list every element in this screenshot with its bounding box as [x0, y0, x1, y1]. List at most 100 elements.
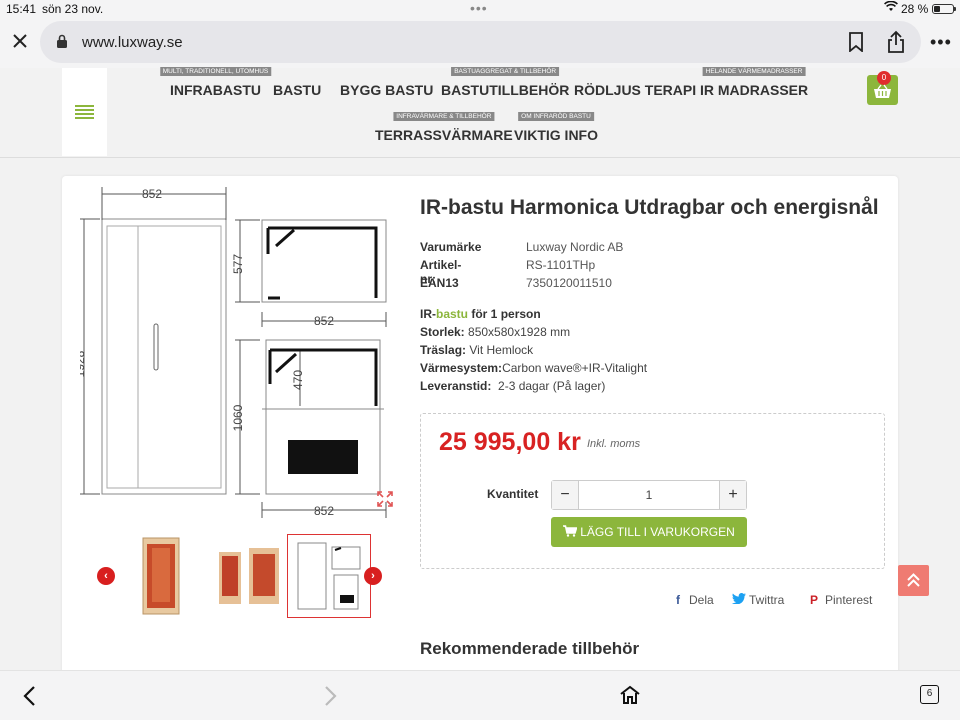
expand-icon[interactable]	[376, 490, 394, 508]
dim-depth: 577	[231, 254, 245, 274]
meta-value: 7350120011510	[526, 276, 612, 290]
dim-width-bottom: 852	[314, 504, 334, 518]
dim-height: 1928	[80, 350, 87, 377]
nav-label: IR MADRASSER	[700, 82, 809, 98]
bastu-link[interactable]: bastu	[436, 307, 468, 321]
nav-terrassvarmare[interactable]: INFRAVÄRMARE & TILLBEHÖR TERRASSVÄRMARE	[375, 112, 513, 143]
quantity-increase-button[interactable]: +	[719, 481, 746, 509]
nav-viktig-info[interactable]: OM INFRARÖD BASTU VIKTIG INFO	[514, 112, 598, 143]
scroll-to-top-button[interactable]	[898, 565, 929, 596]
quantity-input[interactable]: 1	[579, 481, 719, 509]
spec-value: Vit Hemlock	[466, 343, 534, 357]
spec-type: IR-bastu för 1 person	[420, 307, 647, 325]
nav-rodljus-terapi[interactable]: RÖDLJUS TERAPI	[574, 82, 696, 98]
browser-bottom-toolbar: 6	[0, 670, 960, 720]
share-label: Twittra	[749, 593, 785, 607]
share-twitter-link[interactable]: Twittra	[732, 593, 784, 607]
meta-key: EAN13	[420, 276, 459, 290]
quantity-label: Kvantitet	[487, 487, 539, 501]
product-specs: IR-bastu för 1 person Storlek: 850x580x1…	[420, 307, 647, 397]
share-label: Dela	[689, 593, 714, 607]
cart-icon	[563, 525, 578, 538]
meta-value: RS-1101THp	[526, 258, 596, 272]
double-chevron-up-icon	[907, 573, 920, 587]
cart-button[interactable]: 0	[867, 71, 898, 105]
share-facebook-link[interactable]: f Dela	[672, 593, 714, 607]
nav-label: RÖDLJUS TERAPI	[574, 82, 697, 98]
dim-width-top: 852	[142, 187, 162, 201]
pinterest-icon: P	[809, 593, 818, 607]
product-technical-drawing[interactable]: 852 1928 577 852 470 1060 852	[80, 184, 400, 524]
spec-delivery: Leveranstid: 2-3 dagar (På lager)	[420, 379, 647, 397]
recommended-heading: Rekommenderade tillbehör	[420, 639, 640, 658]
nav-ir-madrasser[interactable]: HELANDE VÄRMEMADRASSER IR MADRASSER	[700, 67, 809, 98]
spec-type-prefix: IR-	[420, 307, 436, 321]
status-bar: 15:41 sön 23 nov. ••• 28 %	[0, 0, 960, 18]
tabs-button[interactable]: 6	[920, 685, 939, 704]
quantity-decrease-button[interactable]: −	[552, 481, 579, 509]
battery-icon	[932, 4, 956, 14]
share-pinterest-link[interactable]: P Pinterest	[808, 593, 872, 607]
thumbnail-1[interactable]	[117, 534, 201, 618]
spec-heating: Värmesystem:Carbon wave®+IR-Vitalight	[420, 361, 647, 379]
nav-infrabastu[interactable]: MULTI, TRADITIONELL, UTOMHUS INFRABASTU	[159, 67, 272, 98]
carousel-prev-button[interactable]: ‹	[97, 567, 115, 585]
thumbnail-2[interactable]	[207, 534, 291, 618]
dim-inner: 470	[291, 370, 305, 390]
multitask-dots-icon[interactable]: •••	[470, 0, 488, 16]
nav-tag: MULTI, TRADITIONELL, UTOMHUS	[159, 67, 272, 76]
wifi-icon	[884, 0, 898, 15]
spec-size: Storlek: 850x580x1928 mm	[420, 325, 647, 343]
basket-icon	[874, 84, 891, 98]
nav-label: TERRASSVÄRMARE	[375, 127, 513, 143]
bookmark-icon[interactable]	[848, 32, 864, 53]
nav-label: BASTUTILLBEHÖR	[441, 82, 570, 98]
nav-label: VIKTIG INFO	[514, 127, 598, 143]
vat-note: Inkl. moms	[587, 438, 641, 450]
lock-icon	[56, 34, 68, 48]
spec-label: Värmesystem:	[420, 361, 503, 375]
add-to-cart-label: LÄGG TILL I VARUKORGEN	[580, 525, 735, 539]
forward-icon[interactable]	[322, 685, 338, 707]
product-title: IR-bastu Harmonica Utdragbar och energis…	[420, 196, 879, 219]
cart-count-badge: 0	[877, 71, 891, 85]
nav-tag: BASTUAGGREGAT & TILLBEHÖR	[451, 67, 560, 76]
close-icon[interactable]	[10, 31, 30, 51]
share-label: Pinterest	[825, 593, 873, 607]
spec-label: Leveranstid:	[420, 379, 492, 393]
share-icon[interactable]	[886, 30, 906, 54]
nav-tag: HELANDE VÄRMEMADRASSER	[702, 67, 806, 76]
spec-label: Storlek:	[420, 325, 465, 339]
hamburger-icon	[75, 105, 94, 121]
site-header: MULTI, TRADITIONELL, UTOMHUS INFRABASTU …	[0, 67, 960, 158]
spec-type-suffix: för 1 person	[468, 307, 541, 321]
add-to-cart-button[interactable]: LÄGG TILL I VARUKORGEN	[551, 517, 747, 547]
home-icon[interactable]	[619, 685, 641, 705]
clock: 15:41	[6, 2, 37, 16]
price: 25 995,00 kr	[439, 428, 581, 456]
buy-box: 25 995,00 kr Inkl. moms Kvantitet − 1 + …	[420, 413, 885, 569]
product-card: 852 1928 577 852 470 1060 852 ‹ › IR-bas…	[62, 176, 898, 676]
spec-label: Träslag:	[420, 343, 467, 357]
address-bar[interactable]: www.luxway.se	[40, 21, 921, 63]
nav-tag: OM INFRARÖD BASTU	[518, 112, 594, 121]
back-icon[interactable]	[22, 685, 38, 707]
spec-value: 2-3 dagar (På lager)	[491, 379, 606, 393]
meta-key: Varumärke	[420, 240, 482, 254]
dim-lower: 1060	[231, 404, 245, 431]
quantity-stepper: − 1 +	[551, 480, 747, 510]
spec-value: 850x580x1928 mm	[464, 325, 571, 339]
date: sön 23 nov.	[42, 2, 104, 16]
carousel-next-button[interactable]: ›	[364, 567, 382, 585]
nav-bygg-bastu[interactable]: BYGG BASTU	[340, 82, 433, 98]
nav-label: INFRABASTU	[170, 82, 261, 98]
nav-bastu[interactable]: BASTU	[273, 82, 321, 98]
menu-button[interactable]	[62, 68, 107, 156]
browser-toolbar: www.luxway.se •••	[0, 18, 960, 68]
more-options-icon[interactable]: •••	[930, 32, 952, 53]
thumbnail-carousel: ‹ ›	[97, 534, 387, 620]
spec-value: Carbon wave®+IR-Vitalight	[502, 361, 648, 375]
thumbnail-3-drawing[interactable]	[287, 534, 371, 618]
nav-bastutillbehor[interactable]: BASTUAGGREGAT & TILLBEHÖR BASTUTILLBEHÖR	[441, 67, 570, 98]
nav-tag: INFRAVÄRMARE & TILLBEHÖR	[393, 112, 495, 121]
